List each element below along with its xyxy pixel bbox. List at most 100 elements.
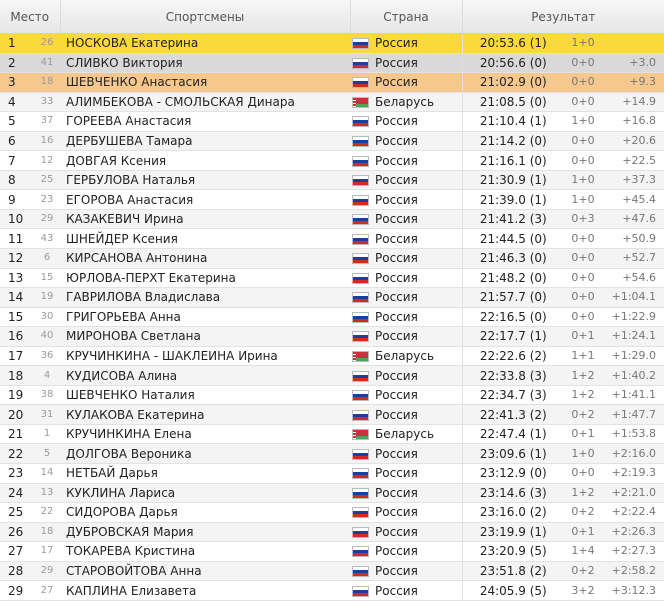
athlete-name[interactable]: КУЛАКОВА Екатерина bbox=[60, 404, 351, 425]
time-cell: 23:09.6 (1) bbox=[461, 443, 565, 465]
bib-cell: 37 bbox=[34, 111, 61, 132]
country-cell: Россия bbox=[372, 209, 463, 230]
russia-flag-icon bbox=[352, 233, 370, 245]
shooting-cell: 1+0 bbox=[564, 111, 603, 132]
header-athletes[interactable]: Спортсмены bbox=[60, 0, 351, 34]
time-cell: 23:19.9 (1) bbox=[461, 522, 565, 543]
athlete-name[interactable]: ГЕРБУЛОВА Наталья bbox=[60, 170, 351, 191]
flag-cell bbox=[350, 53, 373, 74]
athlete-name[interactable]: СТАРОВОЙТОВА Анна bbox=[60, 561, 351, 582]
shooting-cell: 3+2 bbox=[564, 580, 603, 601]
flag-cell bbox=[350, 443, 373, 465]
country-cell: Россия bbox=[372, 189, 463, 210]
header-result[interactable]: Результат bbox=[462, 0, 664, 34]
place-cell: 25 bbox=[0, 502, 34, 523]
gap-cell: +2:26.3 bbox=[602, 522, 664, 543]
athlete-name[interactable]: МИРОНОВА Светлана bbox=[60, 326, 351, 347]
place-cell: 8 bbox=[0, 170, 34, 191]
table-row: 10 29 КАЗАКЕВИЧ Ирина Россия 21:41.2 (3) 0+3 +… bbox=[0, 209, 664, 230]
bib-cell: 5 bbox=[34, 443, 61, 465]
athlete-name[interactable]: ДОЛГОВА Вероника bbox=[60, 443, 351, 465]
athlete-name[interactable]: КАПЛИНА Елизавета bbox=[60, 580, 351, 601]
athlete-name[interactable]: ШЕВЧЕНКО Анастасия bbox=[60, 72, 351, 93]
country-cell: Россия bbox=[372, 287, 463, 308]
table-row: 17 36 КРУЧИНКИНА - ШАКЛЕИНА Ирина Беларусь 2… bbox=[0, 346, 664, 367]
country-cell: Россия bbox=[372, 404, 463, 425]
athlete-name[interactable]: ШНЕЙДЕР Ксения bbox=[60, 228, 351, 250]
header-place[interactable]: Место bbox=[0, 0, 61, 34]
athlete-name[interactable]: КРУЧИНКИНА - ШАКЛЕИНА Ирина bbox=[60, 346, 351, 367]
athlete-name[interactable]: ДУБРОВСКАЯ Мария bbox=[60, 522, 351, 543]
gap-cell: +2:19.3 bbox=[602, 463, 664, 484]
athlete-name[interactable]: ГАВРИЛОВА Владислава bbox=[60, 287, 351, 308]
time-cell: 22:17.7 (1) bbox=[461, 326, 565, 347]
shooting-cell: 0+0 bbox=[564, 53, 603, 74]
gap-cell: +3.0 bbox=[602, 53, 664, 74]
flag-cell bbox=[350, 209, 373, 230]
country-cell: Россия bbox=[372, 268, 463, 289]
flag-cell bbox=[350, 268, 373, 289]
table-row: 3 18 ШЕВЧЕНКО Анастасия Россия 21:02.9 (0) 0+… bbox=[0, 72, 664, 93]
russia-flag-icon bbox=[352, 585, 370, 597]
gap-cell: +1:04.1 bbox=[602, 287, 664, 308]
table-row: 8 25 ГЕРБУЛОВА Наталья Россия 21:30.9 (1) 1+0… bbox=[0, 170, 664, 191]
russia-flag-icon bbox=[352, 409, 370, 421]
athlete-name[interactable]: НЕТБАЙ Дарья bbox=[60, 463, 351, 484]
header-country[interactable]: Страна bbox=[350, 0, 463, 34]
athlete-name[interactable]: НОСКОВА Екатерина bbox=[60, 33, 351, 54]
table-row: 28 29 СТАРОВОЙТОВА Анна Россия 23:51.8 (2) 0+… bbox=[0, 561, 664, 582]
shooting-cell: 0+2 bbox=[564, 561, 603, 582]
gap-cell: +1:22.9 bbox=[602, 307, 664, 328]
athlete-name[interactable]: ДОВГАЯ Ксения bbox=[60, 150, 351, 171]
place-cell: 13 bbox=[0, 268, 34, 289]
flag-cell bbox=[350, 307, 373, 328]
flag-cell bbox=[350, 170, 373, 191]
russia-flag-icon bbox=[352, 311, 370, 323]
athlete-name[interactable]: ШЕВЧЕНКО Наталия bbox=[60, 385, 351, 406]
table-row: 18 4 КУДИСОВА Алина Россия 22:33.8 (3) 1+2 +1:… bbox=[0, 365, 664, 386]
athlete-name[interactable]: ГОРЕЕВА Анастасия bbox=[60, 111, 351, 132]
russia-flag-icon bbox=[352, 116, 370, 128]
bib-cell: 18 bbox=[34, 522, 61, 543]
athlete-name[interactable]: КИРСАНОВА Антонина bbox=[60, 248, 351, 269]
time-cell: 21:14.2 (0) bbox=[461, 131, 565, 152]
bib-cell: 14 bbox=[34, 463, 61, 484]
athlete-name[interactable]: КУДИСОВА Алина bbox=[60, 365, 351, 386]
time-cell: 21:41.2 (3) bbox=[461, 209, 565, 230]
athlete-name[interactable]: КРУЧИНКИНА Елена bbox=[60, 424, 351, 445]
russia-flag-icon bbox=[352, 253, 370, 265]
table-row: 12 6 КИРСАНОВА Антонина Россия 21:46.3 (0) 0+… bbox=[0, 248, 664, 269]
flag-cell bbox=[350, 326, 373, 347]
table-row: 2 41 СЛИВКО Виктория Россия 20:56.6 (0) 0+0 +3… bbox=[0, 53, 664, 74]
belarus-flag-icon bbox=[352, 429, 370, 441]
shooting-cell: 1+0 bbox=[564, 170, 603, 191]
table-row: 4 33 АЛИМБЕКОВА - СМОЛЬСКАЯ Динара Беларусь… bbox=[0, 92, 664, 113]
gap-cell: +47.6 bbox=[602, 209, 664, 230]
flag-cell bbox=[350, 365, 373, 386]
athlete-name[interactable]: ЮРЛОВА-ПЕРХТ Екатерина bbox=[60, 268, 351, 289]
athlete-name[interactable]: КУКЛИНА Лариса bbox=[60, 483, 351, 504]
gap-cell: +1:47.7 bbox=[602, 404, 664, 425]
athlete-name[interactable]: КАЗАКЕВИЧ Ирина bbox=[60, 209, 351, 230]
time-cell: 23:51.8 (2) bbox=[461, 561, 565, 582]
gap-cell bbox=[602, 33, 664, 54]
athlete-name[interactable]: СЛИВКО Виктория bbox=[60, 53, 351, 74]
flag-cell bbox=[350, 287, 373, 308]
gap-cell: +2:27.3 bbox=[602, 541, 664, 562]
flag-cell bbox=[350, 561, 373, 582]
athlete-name[interactable]: ДЕРБУШЕВА Тамара bbox=[60, 131, 351, 152]
athlete-name[interactable]: АЛИМБЕКОВА - СМОЛЬСКАЯ Динара bbox=[60, 92, 351, 113]
time-cell: 21:46.3 (0) bbox=[461, 248, 565, 269]
table-row: 1 26 НОСКОВА Екатерина Россия 20:53.6 (1) 1+0 bbox=[0, 33, 664, 54]
place-cell: 22 bbox=[0, 443, 34, 465]
athlete-name[interactable]: ГРИГОРЬЕВА Анна bbox=[60, 307, 351, 328]
bib-cell: 30 bbox=[34, 307, 61, 328]
russia-flag-icon bbox=[352, 175, 370, 187]
russia-flag-icon bbox=[352, 487, 370, 499]
flag-cell bbox=[350, 72, 373, 93]
athlete-name[interactable]: ТОКАРЕВА Кристина bbox=[60, 541, 351, 562]
shooting-cell: 0+0 bbox=[564, 307, 603, 328]
shooting-cell: 1+0 bbox=[564, 443, 603, 465]
athlete-name[interactable]: СИДОРОВА Дарья bbox=[60, 502, 351, 523]
athlete-name[interactable]: ЕГОРОВА Анастасия bbox=[60, 189, 351, 210]
